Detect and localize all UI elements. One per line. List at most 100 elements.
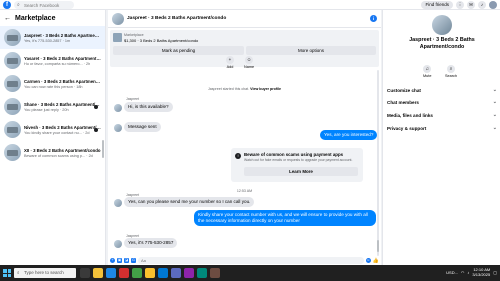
- conversation-item-xii[interactable]: XII · 3 Beds 2 Baths Apartment/condo Bew…: [0, 141, 105, 164]
- chat-avatar[interactable]: [112, 12, 124, 25]
- sidebar-scrollbar[interactable]: [102, 140, 104, 158]
- chat-title[interactable]: Jaspreet · 3 Beds 2 Baths Apartment/cond…: [127, 16, 370, 21]
- notification-center-icon[interactable]: ▢: [493, 270, 497, 275]
- listing-name[interactable]: $1,300 · 3 Beds 2 Baths Apartment/condo: [124, 38, 198, 43]
- image-icon[interactable]: ▣: [117, 258, 122, 263]
- conversation-preview: Beware of common scams using p... · 2d: [24, 153, 93, 158]
- app-icon[interactable]: [171, 268, 181, 278]
- tray-label[interactable]: USD...: [446, 270, 458, 275]
- top-bar: f ⌕ Find friends ⋮ ✉ ♪: [0, 0, 500, 10]
- conversation-avatar: [4, 75, 21, 92]
- conversation-avatar: [4, 52, 21, 69]
- conversation-preview: You please just reply · 20h: [24, 107, 69, 112]
- chevron-down-icon: ⌄: [492, 87, 497, 93]
- search-box[interactable]: ⌕: [14, 1, 74, 9]
- file-explorer-icon[interactable]: [93, 268, 103, 278]
- outgoing-message[interactable]: Kindly share your contact number with us…: [194, 210, 376, 226]
- incoming-message[interactable]: Hi, is this available?: [124, 102, 173, 112]
- menu-grid-icon[interactable]: ⋮: [456, 1, 464, 9]
- taskbar-search[interactable]: ⌕ Type here to search: [14, 268, 76, 278]
- info-icon[interactable]: i: [370, 15, 377, 22]
- chat-scrollbar-thumb[interactable]: [377, 240, 379, 252]
- sidebar-header: ← Marketplace: [0, 10, 105, 26]
- add-icon: +: [226, 56, 234, 64]
- view-buyer-profile-link[interactable]: View buyer profile: [250, 87, 281, 91]
- privacy-support-row[interactable]: Privacy & support ⌄: [387, 123, 497, 133]
- account-avatar[interactable]: [489, 1, 497, 9]
- windows-taskbar: ⌕ Type here to search USD... ◠ ♪ 12:10 A…: [0, 265, 500, 281]
- chrome-icon[interactable]: [145, 268, 155, 278]
- chat-started-text: Jaspreet started this chat.: [207, 87, 250, 91]
- incoming-message[interactable]: Yes, it's 775-530-2857: [124, 238, 178, 248]
- conversation-name: Jaspreet · 3 Beds 2 Baths Apartment/cond…: [24, 32, 101, 38]
- chat-started-notice: Jaspreet started this chat. View buyer p…: [108, 87, 381, 91]
- conversation-name: Carmen · 3 Beds 2 Baths Apartment/co...: [24, 78, 101, 84]
- back-arrow-icon[interactable]: ←: [4, 15, 11, 22]
- incoming-message[interactable]: Message sent: [124, 122, 161, 132]
- conversation-item-yasaret[interactable]: Yasaret · 3 Beds 2 Baths Apartment/c... …: [0, 49, 105, 72]
- edge-icon[interactable]: [106, 268, 116, 278]
- chat-scrollbar-track: [377, 70, 379, 256]
- app-icon[interactable]: [119, 268, 129, 278]
- warning-title: Beware of common scams using payment app…: [244, 152, 344, 157]
- volume-icon[interactable]: ♪: [467, 270, 469, 275]
- customize-chat-row[interactable]: Customize chat ⌄: [387, 85, 497, 95]
- search-action[interactable]: ⌕ Search: [445, 65, 457, 78]
- conversation-name: Yasaret · 3 Beds 2 Baths Apartment/c...: [24, 55, 101, 61]
- sender-name: Jaspreet: [126, 97, 140, 101]
- unread-dot-icon: [94, 128, 98, 132]
- add-action[interactable]: + Add: [226, 56, 234, 69]
- app-icon[interactable]: [210, 268, 220, 278]
- name-action[interactable]: ☺ Name: [244, 56, 254, 69]
- message-input[interactable]: [138, 257, 364, 264]
- sticker-icon[interactable]: ◪: [124, 258, 129, 263]
- app-icon[interactable]: [184, 268, 194, 278]
- listing-thumbnail[interactable]: [113, 33, 122, 42]
- search-icon: ⌕: [447, 65, 456, 73]
- conversation-item-nivesh[interactable]: Nivesh · 3 Beds 2 Baths Apartment/co... …: [0, 118, 105, 141]
- facebook-logo-icon[interactable]: f: [3, 1, 11, 9]
- app-icon[interactable]: [197, 268, 207, 278]
- windows-start-icon[interactable]: [3, 269, 11, 277]
- find-friends-button[interactable]: Find friends: [421, 1, 453, 9]
- chat-header: Jaspreet · 3 Beds 2 Baths Apartment/cond…: [108, 10, 381, 28]
- mute-action[interactable]: ♫ Mute: [423, 65, 431, 78]
- message-composer: + ▣ ◪ G ☺ 👍: [108, 256, 381, 265]
- taskbar-search-placeholder: Type here to search: [24, 270, 64, 275]
- profile-avatar[interactable]: [432, 15, 452, 35]
- system-tray: USD... ◠ ♪ 12:10 AM 3/13/2025 ▢: [446, 267, 497, 277]
- gif-icon[interactable]: G: [131, 258, 136, 263]
- search-icon: ⌕: [17, 2, 20, 8]
- network-icon[interactable]: ◠: [461, 270, 465, 275]
- section-label: Chat members: [387, 99, 419, 105]
- conversation-item-jaspreet[interactable]: Jaspreet · 3 Beds 2 Baths Apartment/cond…: [0, 26, 105, 49]
- outgoing-message[interactable]: Yes, are you interested?: [320, 130, 378, 140]
- app-icon[interactable]: [158, 268, 168, 278]
- like-icon[interactable]: 👍: [373, 258, 379, 264]
- alert-icon: !: [235, 153, 241, 159]
- app-icon[interactable]: [132, 268, 142, 278]
- sidebar-title: Marketplace: [15, 14, 56, 22]
- chat-members-row[interactable]: Chat members ⌄: [387, 97, 497, 107]
- taskbar-clock[interactable]: 12:10 AM 3/13/2025: [472, 267, 490, 277]
- search-input[interactable]: [24, 2, 72, 8]
- more-options-button[interactable]: More options: [246, 46, 376, 55]
- conversation-sidebar: ← Marketplace Jaspreet · 3 Beds 2 Baths …: [0, 10, 106, 265]
- mark-pending-button[interactable]: Mark as pending: [113, 46, 244, 55]
- emoji-icon[interactable]: ☺: [365, 258, 371, 263]
- conversation-item-shane[interactable]: Shane · 3 Beds 2 Baths Apartment/co... Y…: [0, 95, 105, 118]
- conversation-name: Shane · 3 Beds 2 Baths Apartment/co...: [24, 101, 101, 107]
- search-label: Search: [445, 74, 458, 78]
- learn-more-button[interactable]: Learn More: [244, 167, 358, 176]
- plus-icon[interactable]: +: [110, 258, 115, 263]
- notifications-bell-icon[interactable]: ♪: [478, 1, 486, 9]
- media-files-links-row[interactable]: Media, files and links ⌄: [387, 110, 497, 120]
- messenger-icon[interactable]: ✉: [467, 1, 475, 9]
- top-right-controls: Find friends ⋮ ✉ ♪: [421, 1, 497, 9]
- task-view-icon[interactable]: [80, 268, 90, 278]
- person-icon: ☺: [245, 56, 254, 64]
- incoming-message[interactable]: Yes, can you please send me your number …: [124, 197, 255, 207]
- sender-avatar: [114, 199, 122, 207]
- conversation-item-carmen[interactable]: Carmen · 3 Beds 2 Baths Apartment/co... …: [0, 72, 105, 95]
- name-label: Name: [244, 65, 255, 69]
